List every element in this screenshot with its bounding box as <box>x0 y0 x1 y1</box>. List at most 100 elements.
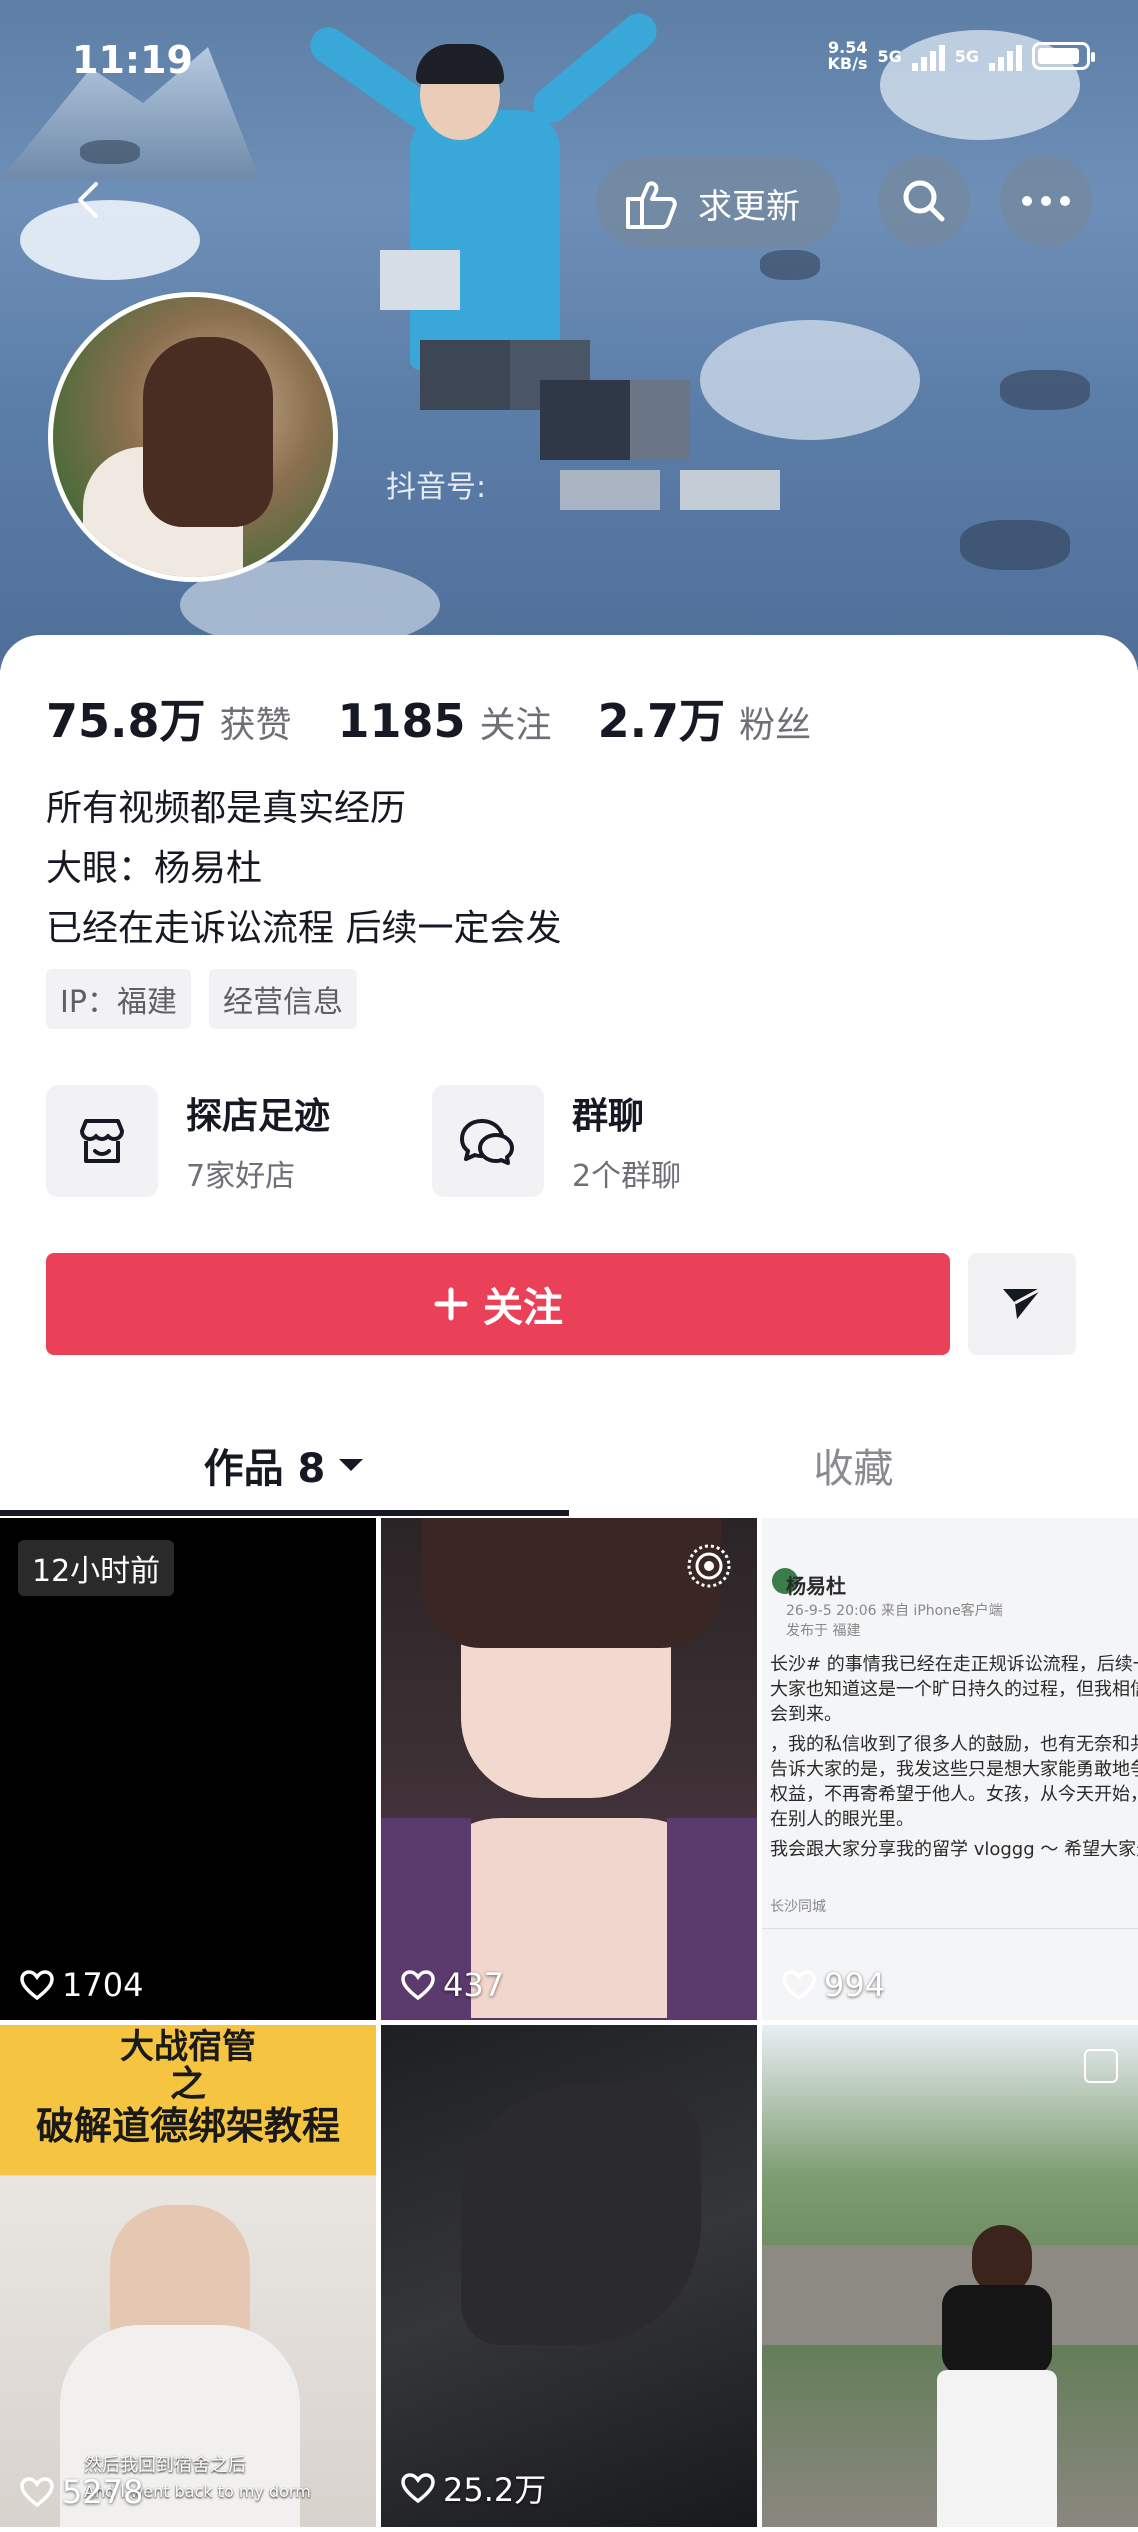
shop-visits-entry[interactable]: 探店足迹 7家好店 <box>46 1085 330 1197</box>
doc-meta: 26-9-5 20:06 来自 iPhone客户端 <box>786 1603 1003 1619</box>
cover-rock <box>960 520 1070 570</box>
group-chat-entry[interactable]: 群聊 2个群聊 <box>432 1085 681 1197</box>
heart-icon <box>782 1970 816 2000</box>
doc-divider <box>762 1928 1138 1929</box>
doc-line: 在别人的眼光里。 <box>770 1809 914 1830</box>
heart-icon <box>401 2473 435 2503</box>
poster-title: 破解道德绑架教程 <box>35 2104 340 2148</box>
video-thumbnail[interactable]: 杨易杜 26-9-5 20:06 来自 iPhone客户端 发布于 福建 长沙#… <box>762 1518 1138 2020</box>
bio-line: 已经在走诉讼流程 后续一定会发 <box>46 908 562 949</box>
content-tabs: 作品 8 收藏 <box>0 1415 1138 1515</box>
cover-person <box>410 110 560 370</box>
tab-favorites[interactable]: 收藏 <box>569 1415 1138 1515</box>
search-button[interactable] <box>878 155 970 247</box>
following-count[interactable]: 1185 <box>338 694 466 748</box>
douyin-id-label: 抖音号: <box>386 470 487 505</box>
business-info-tag[interactable]: 经营信息 <box>208 969 357 1029</box>
profile-cover: 11:19 9.54 KB/s 5G 5G 求更新 抖音号: <box>0 0 1138 670</box>
id-mosaic <box>560 470 660 510</box>
name-mosaic <box>540 380 630 460</box>
more-dots-icon <box>1022 196 1070 206</box>
doc-line: 大家也知道这是一个旷日持久的过程，但我相信正 <box>770 1679 1138 1700</box>
thumb-skirt <box>937 2370 1057 2527</box>
status-icons: 9.54 KB/s 5G 5G <box>827 38 1095 73</box>
tab-works-label: 作品 8 <box>203 1446 326 1492</box>
cover-snow <box>700 320 920 440</box>
thumb-top <box>942 2285 1052 2375</box>
bio-line: 大眼：杨易杜 <box>46 848 263 889</box>
likes-count[interactable]: 75.8万 <box>46 685 206 751</box>
like-count: 1704 <box>20 1966 143 2004</box>
doc-line: 我会跟大家分享我的留学 vloggg ～ 希望大家天天 <box>770 1839 1138 1860</box>
cover-rock <box>1000 370 1090 410</box>
paper-plane-icon <box>1003 1287 1042 1319</box>
send-message-button[interactable] <box>968 1253 1076 1355</box>
profile-stats: 75.8万 获赞 1185 关注 2.7万 粉丝 <box>46 685 857 751</box>
group-chat-sub: 2个群聊 <box>572 1159 682 1194</box>
video-thumbnail[interactable]: 25.2万 <box>381 2025 757 2527</box>
thumb-clothes <box>667 1818 757 2020</box>
battery-icon <box>1032 42 1095 70</box>
name-mosaic <box>630 380 690 460</box>
thumb-object <box>461 2085 701 2345</box>
doc-line: 权益，不再寄希望于他人。女孩，从今天开始，不 <box>770 1784 1138 1805</box>
search-icon <box>903 180 945 222</box>
shop-visits-title: 探店足迹 <box>186 1096 331 1137</box>
tab-favorites-label: 收藏 <box>813 1446 894 1492</box>
signal-icon <box>911 41 945 71</box>
chat-icon <box>432 1085 544 1197</box>
like-count: 437 <box>401 1966 504 2004</box>
back-arrow-icon <box>78 182 98 218</box>
thumb-hand-icon <box>626 181 677 229</box>
doc-line: 会到来。 <box>770 1704 842 1725</box>
tab-works[interactable]: 作品 8 <box>0 1415 569 1515</box>
likes-label: 获赞 <box>219 705 292 746</box>
like-count: 25.2万 <box>401 2465 546 2511</box>
shop-visits-sub: 7家好店 <box>186 1159 296 1194</box>
doc-line: 长沙# 的事情我已经在走正规诉讼流程，后续一定会 <box>770 1654 1138 1675</box>
video-thumbnail[interactable]: 大战宿管 之 破解道德绑架教程 然后我回到宿舍之后 And I went bac… <box>0 2025 376 2527</box>
signal-icon <box>989 41 1022 71</box>
status-time: 11:19 <box>72 38 193 82</box>
following-label: 关注 <box>479 705 552 746</box>
plus-icon <box>434 1287 468 1321</box>
network-type: 5G <box>877 46 902 66</box>
thumb-hair <box>421 1518 721 1648</box>
doc-line: 告诉大家的是，我发这些只是想大家能勇敢地争取 <box>770 1759 1138 1780</box>
network-type: 5G <box>954 46 979 66</box>
follow-label: 关注 <box>483 1285 563 1331</box>
heart-icon <box>401 1970 435 2000</box>
followers-label: 粉丝 <box>739 705 812 746</box>
video-thumbnail[interactable]: 12小时前 1704 <box>0 1518 376 2020</box>
back-button[interactable] <box>70 180 110 220</box>
follow-button[interactable]: 关注 <box>46 1253 950 1355</box>
cover-rock <box>760 250 820 280</box>
live-photo-icon <box>685 1542 733 1594</box>
video-thumbnail[interactable]: 437 <box>381 1518 757 2020</box>
name-mosaic <box>380 250 460 310</box>
caret-down-icon <box>339 1459 364 1471</box>
shop-icon <box>46 1085 158 1197</box>
active-tab-indicator <box>0 1510 569 1516</box>
bio-line: 所有视频都是真实经历 <box>46 788 407 829</box>
like-count: 5278 <box>20 2473 143 2511</box>
avatar-figure <box>143 337 273 527</box>
ip-location-tag: IP：福建 <box>46 969 191 1029</box>
doc-meta: 发布于 福建 <box>786 1623 861 1639</box>
cover-rock <box>80 140 140 164</box>
request-update-button[interactable]: 求更新 <box>596 158 840 248</box>
followers-count[interactable]: 2.7万 <box>598 685 726 751</box>
profile-bio: 所有视频都是真实经历 大眼：杨易杜 已经在走诉讼流程 后续一定会发 <box>46 779 561 959</box>
doc-line: ，我的私信收到了很多人的鼓励，也有无奈和共鸣 <box>770 1734 1138 1755</box>
net-speed: 9.54 KB/s <box>827 38 868 73</box>
cover-person <box>416 44 504 84</box>
video-thumbnail[interactable] <box>762 2025 1138 2527</box>
heart-icon <box>20 2477 54 2507</box>
request-update-label: 求更新 <box>698 186 800 227</box>
more-button[interactable] <box>1000 155 1092 247</box>
group-chat-title: 群聊 <box>572 1096 645 1137</box>
cover-snow <box>20 200 200 280</box>
select-checkbox[interactable] <box>1084 2049 1118 2083</box>
cover-person <box>525 6 665 130</box>
avatar[interactable] <box>48 292 338 582</box>
